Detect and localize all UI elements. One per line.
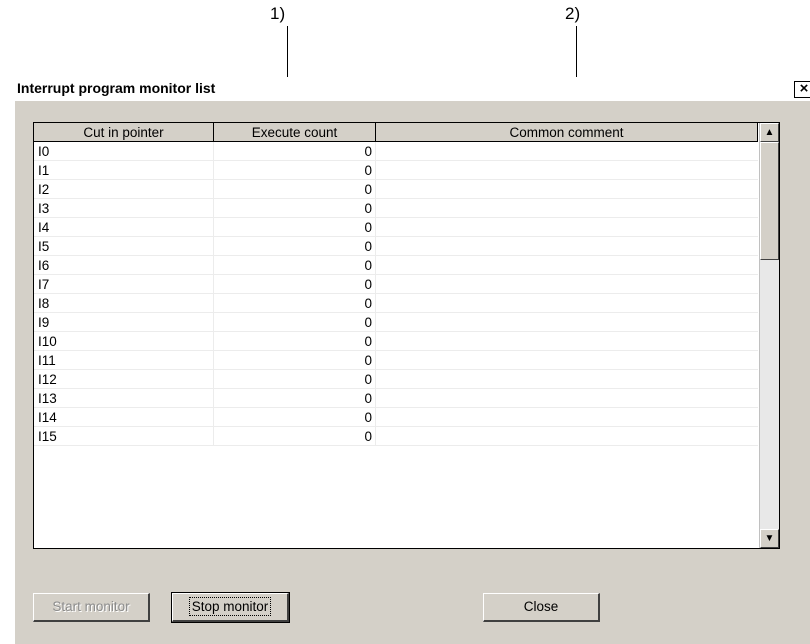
comment-cell [376,408,758,427]
count-cell: 0 [214,199,376,218]
scroll-up-icon[interactable]: ▲ [760,123,779,142]
comment-cell [376,218,758,237]
pointer-cell: I9 [34,313,214,332]
pointer-cell: I11 [34,351,214,370]
table-row[interactable]: I2 0 [34,180,758,199]
pointer-cell: I14 [34,408,214,427]
table-row[interactable]: I10 0 [34,332,758,351]
comment-cell [376,180,758,199]
pointer-cell: I12 [34,370,214,389]
table-row[interactable]: I11 0 [34,351,758,370]
comment-cell [376,389,758,408]
pointer-cell: I1 [34,161,214,180]
count-cell: 0 [214,351,376,370]
count-cell: 0 [214,408,376,427]
pointer-cell: I4 [34,218,214,237]
scroll-down-icon[interactable]: ▼ [760,529,779,548]
comment-cell [376,351,758,370]
stop-monitor-button[interactable]: Stop monitor [171,592,290,623]
pointer-cell: I7 [34,275,214,294]
close-button[interactable]: Close [483,593,600,622]
vertical-scrollbar[interactable]: ▲ ▼ [759,123,779,548]
close-icon[interactable]: × [794,81,810,98]
comment-cell [376,161,758,180]
dialog-title: Interrupt program monitor list [17,80,216,96]
count-cell: 0 [214,237,376,256]
table-row[interactable]: I15 0 [34,427,758,446]
table-row[interactable]: I12 0 [34,370,758,389]
comment-cell [376,237,758,256]
pointer-cell: I8 [34,294,214,313]
count-cell: 0 [214,332,376,351]
table-row[interactable]: I14 0 [34,408,758,427]
count-cell: 0 [214,142,376,161]
comment-cell [376,332,758,351]
table-row[interactable]: I8 0 [34,294,758,313]
comment-cell [376,256,758,275]
table-row[interactable]: I1 0 [34,161,758,180]
count-cell: 0 [214,427,376,446]
comment-cell [376,313,758,332]
count-cell: 0 [214,370,376,389]
count-cell: 0 [214,180,376,199]
pointer-cell: I15 [34,427,214,446]
comment-cell [376,427,758,446]
title-bar: Interrupt program monitor list × [15,77,810,101]
pointer-cell: I10 [34,332,214,351]
table-row[interactable]: I4 0 [34,218,758,237]
pointer-cell: I5 [34,237,214,256]
table-row[interactable]: I5 0 [34,237,758,256]
table-row[interactable]: I9 0 [34,313,758,332]
monitor-table: Cut in pointer Execute count Common comm… [33,122,780,549]
table-row[interactable]: I7 0 [34,275,758,294]
count-cell: 0 [214,313,376,332]
table-body: I0 0 I1 0 I2 0 I3 0 I4 0 I5 0 I6 0 I7 0 I8 0 I9 0 … [34,142,758,446]
comment-cell [376,142,758,161]
pointer-cell: I0 [34,142,214,161]
scroll-thumb[interactable] [760,142,779,260]
count-cell: 0 [214,161,376,180]
pointer-cell: I2 [34,180,214,199]
count-cell: 0 [214,294,376,313]
pointer-cell: I3 [34,199,214,218]
table-row[interactable]: I3 0 [34,199,758,218]
comment-cell [376,294,758,313]
table-row[interactable]: I13 0 [34,389,758,408]
start-monitor-button[interactable]: Start monitor [33,593,150,622]
count-cell: 0 [214,256,376,275]
count-cell: 0 [214,389,376,408]
count-cell: 0 [214,218,376,237]
table-row[interactable]: I0 0 [34,142,758,161]
column-header-execute-count[interactable]: Execute count [214,123,376,142]
annotation-1-label: 1) [270,4,286,23]
pointer-cell: I13 [34,389,214,408]
comment-cell [376,199,758,218]
interrupt-monitor-dialog: Interrupt program monitor list × Cut in … [15,77,810,644]
column-header-common-comment[interactable]: Common comment [376,123,758,142]
stop-monitor-label: Stop monitor [188,597,272,616]
count-cell: 0 [214,275,376,294]
column-header-cut-in-pointer[interactable]: Cut in pointer [34,123,214,142]
pointer-cell: I6 [34,256,214,275]
comment-cell [376,370,758,389]
annotation-2-label: 2) [565,4,581,23]
table-row[interactable]: I6 0 [34,256,758,275]
comment-cell [376,275,758,294]
